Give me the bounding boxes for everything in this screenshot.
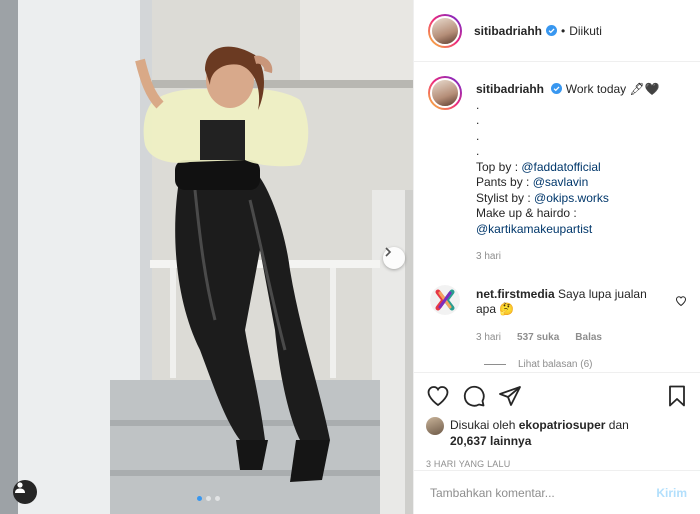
comment-item: net.firstmedia Saya lupa jualan apa 🤔 3 … [428, 284, 687, 346]
likes-connector: dan [608, 418, 629, 432]
share-icon[interactable] [498, 384, 522, 408]
photo-scene [0, 0, 413, 514]
comments-area: sitibadriahh Work today 🖋🖤 . . . . Top b… [414, 62, 700, 372]
caption-credit-line: Make up & hairdo : [476, 206, 660, 222]
likes-count[interactable]: 20,637 lainnya [450, 434, 531, 448]
mention-link[interactable]: @faddatofficial [521, 160, 600, 174]
comment-like-heart-icon[interactable] [675, 285, 687, 307]
verified-badge-icon [546, 25, 558, 36]
header-avatar[interactable] [428, 13, 462, 48]
post-photo[interactable] [0, 0, 413, 514]
comment-input[interactable] [428, 484, 657, 501]
credit-prefix: Pants by : [476, 175, 533, 189]
caption-username[interactable]: sitibadriahh [476, 82, 544, 96]
avatar-image [430, 78, 460, 108]
caption-meta: 3 hari [476, 249, 660, 265]
caption-dot: . [476, 97, 480, 112]
likes-prefix: Disukai oleh [450, 418, 516, 432]
post-header: sitibadriahh • Diikuti [414, 0, 700, 62]
replies-line [484, 364, 506, 365]
post-side-panel: sitibadriahh • Diikuti sitibadriahh Work… [413, 0, 700, 514]
credit-prefix: Stylist by : [476, 190, 535, 205]
carousel-dot [206, 496, 211, 501]
caption-dot: . [476, 128, 480, 143]
caption-emoji: 🖋🖤 [629, 82, 660, 96]
mention-link[interactable]: @okips.works [534, 191, 609, 205]
liker-username[interactable]: ekopatriosuper [519, 418, 606, 432]
caption-text: Work today [565, 82, 627, 96]
posted-ago[interactable]: 3 HARI YANG LALU [426, 459, 689, 469]
carousel-dot [215, 496, 220, 501]
post-comment-button[interactable]: Kirim [656, 486, 687, 500]
reply-button[interactable]: Balas [575, 330, 602, 346]
bookmark-icon[interactable] [665, 384, 689, 408]
post-actions: Disukai oleh ekopatriosuper dan 20,637 l… [414, 372, 700, 469]
chevron-right-icon [385, 247, 392, 257]
avatar-image [430, 15, 460, 46]
heart-icon[interactable] [426, 384, 450, 408]
comment-body: net.firstmedia Saya lupa jualan apa 🤔 3 … [476, 285, 666, 346]
caption-credit-line: Top by : @faddatofficial [476, 160, 660, 176]
view-replies-button[interactable]: Lihat balasan (6) [484, 359, 687, 370]
caption-dot: . [476, 113, 480, 127]
commenter-avatar[interactable] [430, 284, 460, 315]
likes-text: Disukai oleh ekopatriosuper dan 20,637 l… [450, 417, 629, 449]
credit-prefix: Make up & hairdo : [476, 206, 577, 220]
carousel-dot [197, 496, 202, 501]
verified-badge-icon [551, 83, 563, 94]
comment-time[interactable]: 3 hari [476, 330, 501, 346]
mention-link[interactable]: @savlavin [533, 175, 589, 189]
add-comment-bar: Kirim [414, 470, 700, 514]
caption-credit-line: @kartikamakeupartist [476, 222, 660, 238]
user-tag-icon [15, 482, 25, 493]
comment-likes[interactable]: 537 suka [517, 330, 559, 346]
user-tag-button[interactable] [13, 480, 37, 504]
liker-avatar[interactable] [426, 417, 444, 435]
comment-username[interactable]: net.firstmedia [476, 287, 555, 301]
likes-summary: Disukai oleh ekopatriosuper dan 20,637 l… [426, 417, 689, 449]
next-photo-button[interactable] [383, 247, 405, 269]
credit-prefix: Top by : [476, 159, 522, 174]
comment-icon[interactable] [462, 384, 486, 408]
action-icons [426, 381, 689, 411]
caption-body: sitibadriahh Work today 🖋🖤 . . . . Top b… [476, 76, 660, 265]
caption-dot: . [476, 144, 480, 158]
header-separator: • [561, 23, 566, 38]
caption-credit-line: Pants by : @savlavin [476, 175, 660, 191]
mention-link[interactable]: @kartikamakeupartist [476, 222, 592, 236]
caption: sitibadriahh Work today 🖋🖤 . . . . Top b… [428, 76, 687, 265]
carousel-indicator [197, 496, 220, 501]
header-username[interactable]: sitibadriahh [474, 24, 542, 38]
caption-time[interactable]: 3 hari [476, 249, 501, 265]
comment-meta: 3 hari 537 suka Balas [476, 330, 666, 346]
caption-credit-line: Stylist by : @okips.works [476, 191, 660, 207]
follow-status[interactable]: Diikuti [569, 24, 602, 38]
view-replies-label: Lihat balasan (6) [518, 359, 593, 370]
caption-avatar[interactable] [428, 76, 462, 110]
instagram-post-view: sitibadriahh • Diikuti sitibadriahh Work… [0, 0, 700, 514]
